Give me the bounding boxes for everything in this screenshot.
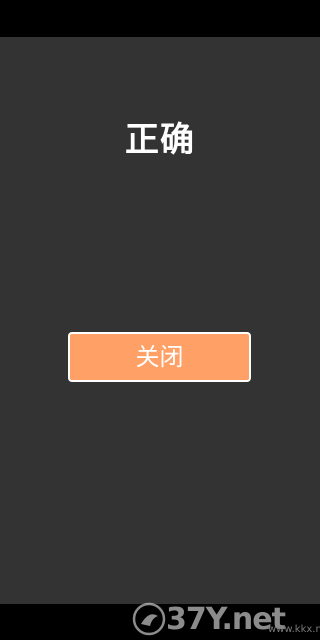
watermark-url: www.kkx.net xyxy=(268,624,320,635)
result-title: 正确 xyxy=(125,120,195,160)
watermark-logo-icon xyxy=(132,602,166,636)
result-panel: 正确 关闭 xyxy=(0,37,320,604)
watermark: 37Y.net www.kkx.net xyxy=(120,600,320,640)
close-button[interactable]: 关闭 xyxy=(68,332,251,382)
